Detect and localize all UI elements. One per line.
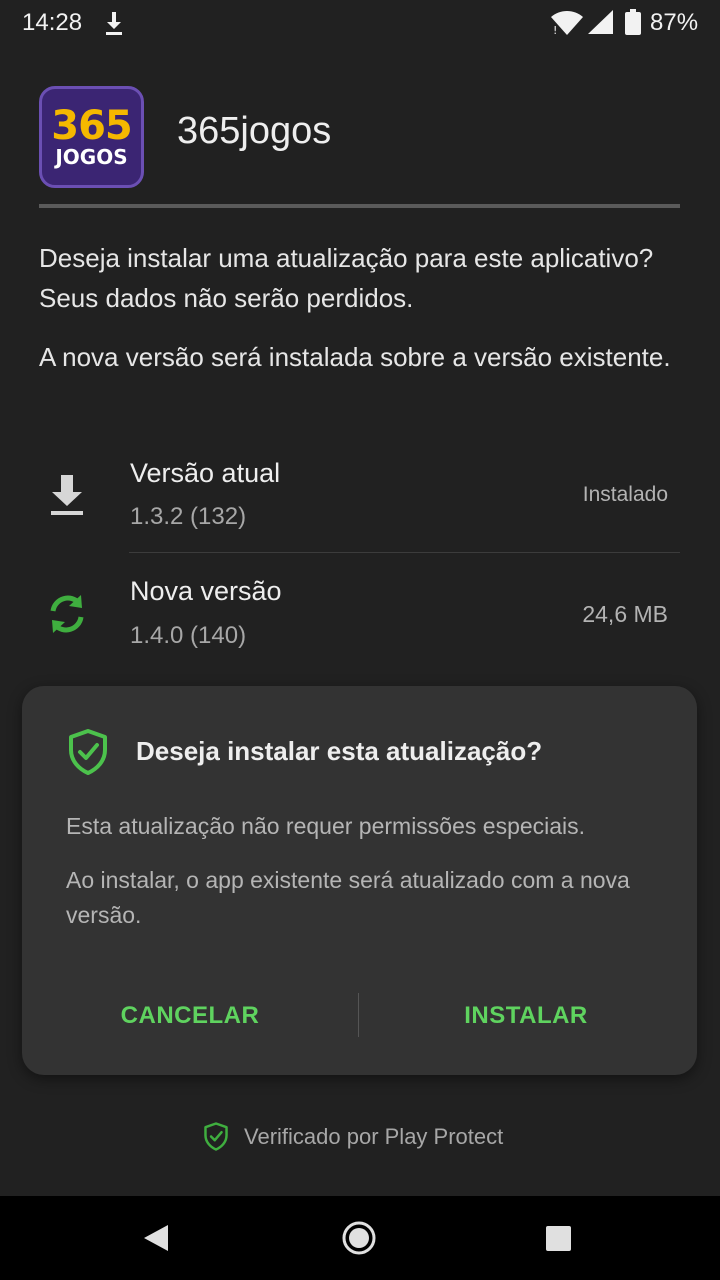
download-icon (106, 12, 122, 35)
current-version-title: Versão atual (130, 458, 281, 488)
logo-text-jogos: JOGOS (55, 145, 128, 169)
current-version-number: 1.3.2 (132) (130, 503, 247, 530)
logo-text-365: 365 (51, 103, 133, 149)
dialog-update-text: Ao instalar, o app existente será atuali… (66, 867, 630, 928)
download-icon (51, 475, 83, 515)
installed-status: Instalado (582, 483, 668, 506)
app-logo: 365 JOGOS (39, 86, 144, 188)
status-time: 14:28 (22, 9, 83, 36)
shield-check-icon (69, 729, 107, 775)
button-divider (358, 993, 359, 1037)
app-name: 365jogos (177, 110, 332, 152)
status-bar: 14:28 ! 87% (0, 0, 720, 46)
download-size: 24,6 MB (582, 601, 668, 627)
dialog-permissions-text: Esta atualização não requer permissões e… (66, 813, 586, 839)
header-divider (39, 204, 680, 208)
back-icon[interactable] (142, 1223, 170, 1253)
recents-icon[interactable] (545, 1225, 572, 1252)
install-over-message: A nova versão será instalada sobre a ver… (39, 342, 671, 372)
install-dialog: Deseja instalar esta atualização? Esta a… (22, 686, 697, 1075)
new-version-number: 1.4.0 (140) (130, 622, 247, 649)
play-protect-text: Verificado por Play Protect (244, 1124, 504, 1149)
wifi-icon: ! (551, 11, 583, 36)
new-version-title: Nova versão (130, 576, 282, 606)
row-divider (129, 552, 680, 553)
navigation-bar (0, 1196, 720, 1280)
signal-icon (588, 10, 613, 34)
shield-check-icon (204, 1122, 228, 1151)
battery-icon (625, 9, 641, 35)
install-button[interactable]: INSTALAR (402, 986, 650, 1046)
dialog-title: Deseja instalar esta atualização? (136, 736, 543, 766)
battery-percent: 87% (650, 9, 699, 36)
refresh-icon (50, 595, 84, 633)
home-icon[interactable] (342, 1221, 376, 1255)
cancel-button[interactable]: CANCELAR (66, 986, 314, 1046)
update-message: Deseja instalar uma atualização para est… (39, 243, 654, 313)
svg-text:!: ! (553, 24, 557, 36)
